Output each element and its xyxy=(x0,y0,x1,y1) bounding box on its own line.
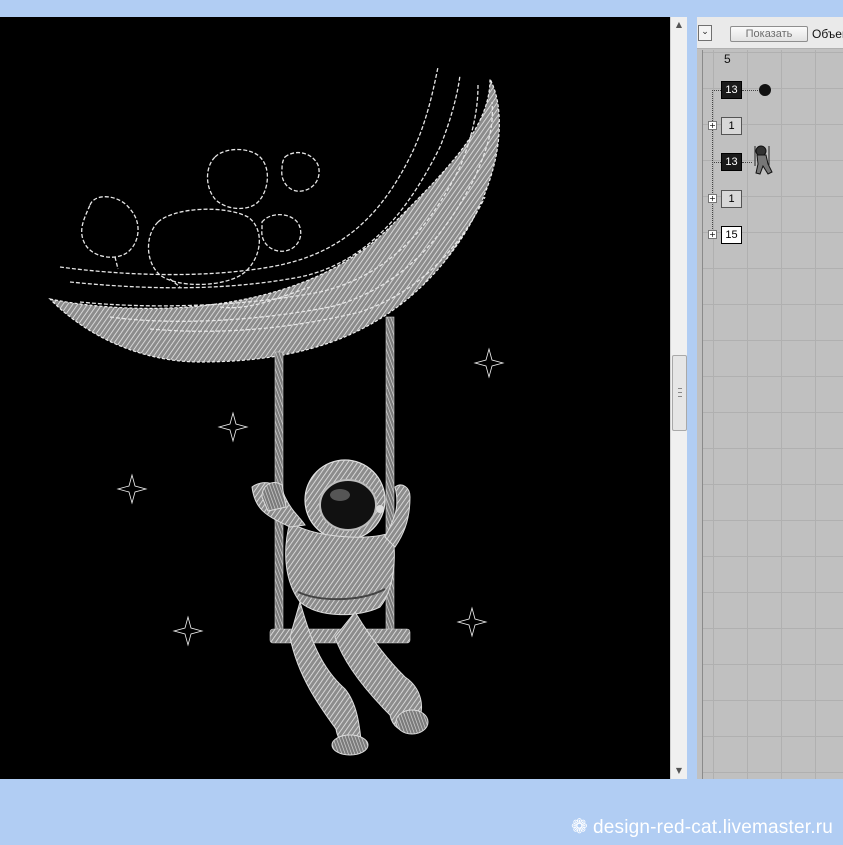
layer-node[interactable]: 1 xyxy=(721,117,742,135)
show-button[interactable]: Показать xyxy=(730,26,808,42)
tree-connector xyxy=(742,162,752,163)
objects-label: Объек xyxy=(812,27,843,41)
tree-connector xyxy=(712,162,721,163)
objects-panel-toolbar: ⌄ Показать Объек xyxy=(697,17,843,49)
expand-icon[interactable]: + xyxy=(708,230,717,239)
moon-shape xyxy=(48,66,500,363)
collapse-button[interactable]: ⌄ xyxy=(698,25,712,41)
watermark-text: design-red-cat.livemaster.ru xyxy=(592,817,833,838)
layer-node[interactable]: 13 xyxy=(721,153,742,171)
expand-icon[interactable]: + xyxy=(708,194,717,203)
panel-separator[interactable] xyxy=(687,17,697,779)
scroll-up-arrow-icon[interactable]: ▲ xyxy=(671,17,687,33)
expand-icon[interactable]: + xyxy=(708,121,717,130)
layer-node[interactable]: 1 xyxy=(721,190,742,208)
tree-connector xyxy=(742,90,758,91)
snowflake-icon: ❁ xyxy=(571,814,588,838)
vertical-scrollbar[interactable]: ▲ ▼ xyxy=(670,17,687,779)
objects-panel: ⌄ Показать Объек 5 13 + 1 13 + 1 + 15 xyxy=(697,17,843,779)
layer-node[interactable]: 15 xyxy=(721,226,742,244)
embroidery-canvas[interactable] xyxy=(0,17,670,779)
chevron-double-down-icon: ⌄ xyxy=(701,27,709,37)
scroll-down-arrow-icon[interactable]: ▼ xyxy=(671,763,687,779)
embroidery-design xyxy=(48,66,505,756)
scrollbar-thumb[interactable] xyxy=(672,355,687,431)
layer-node[interactable]: 13 xyxy=(721,81,742,99)
layer-count: 5 xyxy=(724,52,731,66)
grip-icon xyxy=(678,388,682,397)
tree-connector xyxy=(712,90,721,91)
astronaut-thumbnail-icon xyxy=(754,145,773,175)
black-dot-icon xyxy=(759,84,771,96)
watermark: ❁ design-red-cat.livemaster.ru xyxy=(571,814,833,839)
